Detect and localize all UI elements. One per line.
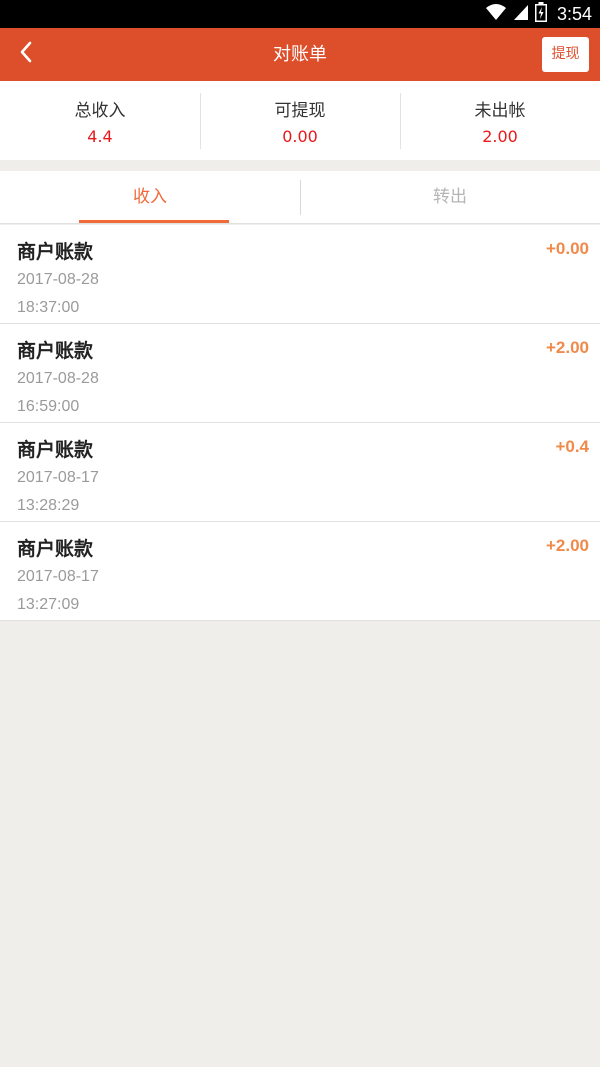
record-date: 2017-08-17 <box>17 568 99 585</box>
summary-value: 2.00 <box>482 127 518 146</box>
status-icons: 3:54 <box>485 0 592 28</box>
list-item[interactable]: 商户账款 2017-08-28 18:37:00 +0.00 <box>0 225 600 324</box>
summary-panel: 总收入 4.4 可提现 0.00 未出帐 2.00 <box>0 81 600 160</box>
summary-value: 0.00 <box>282 127 318 146</box>
back-arrow-icon <box>19 41 33 67</box>
record-time: 16:59:00 <box>17 398 80 415</box>
status-time: 3:54 <box>556 3 592 24</box>
record-time: 18:37:00 <box>17 299 80 316</box>
active-tab-indicator <box>79 220 229 223</box>
record-time: 13:27:09 <box>17 596 80 613</box>
summary-value: 4.4 <box>87 127 113 146</box>
battery-icon <box>534 2 547 26</box>
record-title: 商户账款 <box>17 439 94 461</box>
tab-bar: 收入 转出 <box>0 171 600 224</box>
back-button[interactable] <box>6 34 46 74</box>
summary-total-income: 总收入 4.4 <box>0 81 200 160</box>
record-amount: +2.00 <box>545 536 589 555</box>
withdraw-button[interactable]: 提现 <box>542 37 589 72</box>
record-amount: +0.00 <box>545 239 589 258</box>
wifi-icon <box>485 3 507 25</box>
signal-icon <box>513 3 529 25</box>
record-amount: +2.00 <box>545 338 589 357</box>
tab-income[interactable]: 收入 <box>0 171 300 223</box>
summary-label: 可提现 <box>274 101 326 121</box>
status-bar: 3:54 <box>0 0 600 28</box>
list-item[interactable]: 商户账款 2017-08-17 13:27:09 +2.00 <box>0 522 600 621</box>
record-title: 商户账款 <box>17 538 94 560</box>
page-title: 对账单 <box>273 44 327 65</box>
summary-withdrawable: 可提现 0.00 <box>200 81 400 160</box>
tab-transfer-out[interactable]: 转出 <box>300 171 600 223</box>
record-title: 商户账款 <box>17 241 94 263</box>
record-date: 2017-08-28 <box>17 370 99 387</box>
list-item[interactable]: 商户账款 2017-08-28 16:59:00 +2.00 <box>0 324 600 423</box>
record-list: 商户账款 2017-08-28 18:37:00 +0.00 商户账款 2017… <box>0 225 600 621</box>
record-date: 2017-08-28 <box>17 271 99 288</box>
record-title: 商户账款 <box>17 340 94 362</box>
summary-label: 未出帐 <box>474 101 526 121</box>
summary-unsettled: 未出帐 2.00 <box>400 81 600 160</box>
record-amount: +0.4 <box>555 437 589 456</box>
record-time: 13:28:29 <box>17 497 80 514</box>
list-item[interactable]: 商户账款 2017-08-17 13:28:29 +0.4 <box>0 423 600 522</box>
record-date: 2017-08-17 <box>17 469 99 486</box>
nav-bar: 对账单 提现 <box>0 28 600 81</box>
summary-label: 总收入 <box>74 101 126 121</box>
